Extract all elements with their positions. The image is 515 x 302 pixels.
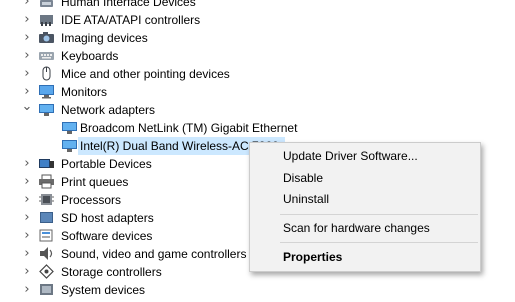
chevron-right-icon[interactable]: ›: [21, 191, 33, 209]
tree-item-label: Human Interface Devices: [61, 0, 196, 9]
ide-controller-icon: [38, 12, 55, 27]
tree-item-label: Sound, video and game controllers: [61, 247, 247, 261]
chevron-down-icon[interactable]: ⌄: [21, 100, 33, 119]
chevron-right-icon[interactable]: ›: [21, 173, 33, 191]
tree-item-human-interface-devices[interactable]: › Human Interface Devices: [0, 0, 515, 11]
network-adapter-icon: [61, 138, 78, 153]
chevron-right-icon[interactable]: ›: [21, 209, 33, 227]
menu-separator: [280, 242, 478, 243]
menu-item-scan-for-hardware-changes[interactable]: Scan for hardware changes: [283, 218, 430, 238]
tree-item-label: Software devices: [61, 229, 153, 243]
tree-item-label: Mice and other pointing devices: [61, 67, 230, 81]
portable-device-icon: [38, 156, 55, 171]
menu-item-uninstall[interactable]: Uninstall: [283, 189, 329, 209]
tree-item-ide-ata-atapi-controllers[interactable]: › IDE ATA/ATAPI controllers: [0, 11, 515, 29]
speaker-icon: [38, 246, 55, 261]
processor-icon: [38, 192, 55, 207]
tree-item-label: Print queues: [61, 175, 129, 189]
chevron-right-icon[interactable]: ›: [21, 263, 33, 281]
network-adapter-icon: [38, 102, 55, 117]
menu-item-properties[interactable]: Properties: [283, 247, 342, 267]
storage-controller-icon: [38, 264, 55, 279]
hid-icon: [38, 0, 55, 9]
tree-item-label: Imaging devices: [61, 31, 148, 45]
tree-item-label: Keyboards: [61, 49, 119, 63]
tree-item-label: Monitors: [61, 85, 108, 99]
menu-item-disable[interactable]: Disable: [283, 168, 323, 188]
system-device-icon: [38, 282, 55, 297]
monitor-icon: [38, 84, 55, 99]
printer-icon: [38, 174, 55, 189]
tree-item-monitors[interactable]: › Monitors: [0, 83, 515, 101]
sd-card-icon: [38, 210, 55, 225]
tree-item-label: Storage controllers: [61, 265, 162, 279]
chevron-right-icon[interactable]: ›: [21, 65, 33, 83]
tree-item-broadcom-netlink[interactable]: Broadcom NetLink (TM) Gigabit Ethernet: [0, 119, 515, 137]
tree-item-mice-and-other-pointing-devices[interactable]: › Mice and other pointing devices: [0, 65, 515, 83]
tree-item-label: IDE ATA/ATAPI controllers: [61, 13, 201, 27]
menu-separator: [280, 214, 478, 215]
chevron-right-icon[interactable]: ›: [21, 245, 33, 263]
tree-item-keyboards[interactable]: › Keyboards: [0, 47, 515, 65]
menu-item-update-driver-software[interactable]: Update Driver Software...: [283, 146, 418, 166]
tree-item-network-adapters[interactable]: ⌄ Network adapters: [0, 100, 515, 119]
chevron-right-icon[interactable]: ›: [21, 11, 33, 29]
tree-item-label: SD host adapters: [61, 211, 154, 225]
tree-item-label: Broadcom NetLink (TM) Gigabit Ethernet: [80, 121, 298, 135]
chevron-right-icon[interactable]: ›: [21, 47, 33, 65]
tree-item-label: Network adapters: [61, 103, 156, 117]
chevron-right-icon[interactable]: ›: [21, 29, 33, 47]
tree-item-imaging-devices[interactable]: › Imaging devices: [0, 29, 515, 47]
camera-icon: [38, 30, 55, 45]
software-device-icon: [38, 228, 55, 243]
context-menu: Update Driver Software... Disable Uninst…: [249, 142, 481, 272]
chevron-right-icon[interactable]: ›: [21, 227, 33, 245]
tree-item-label: Processors: [61, 193, 122, 207]
chevron-right-icon[interactable]: ›: [21, 0, 33, 11]
mouse-icon: [38, 66, 55, 81]
network-adapter-icon: [61, 120, 78, 135]
tree-item-label: Portable Devices: [61, 157, 152, 171]
chevron-right-icon[interactable]: ›: [21, 155, 33, 173]
keyboard-icon: [38, 48, 55, 63]
